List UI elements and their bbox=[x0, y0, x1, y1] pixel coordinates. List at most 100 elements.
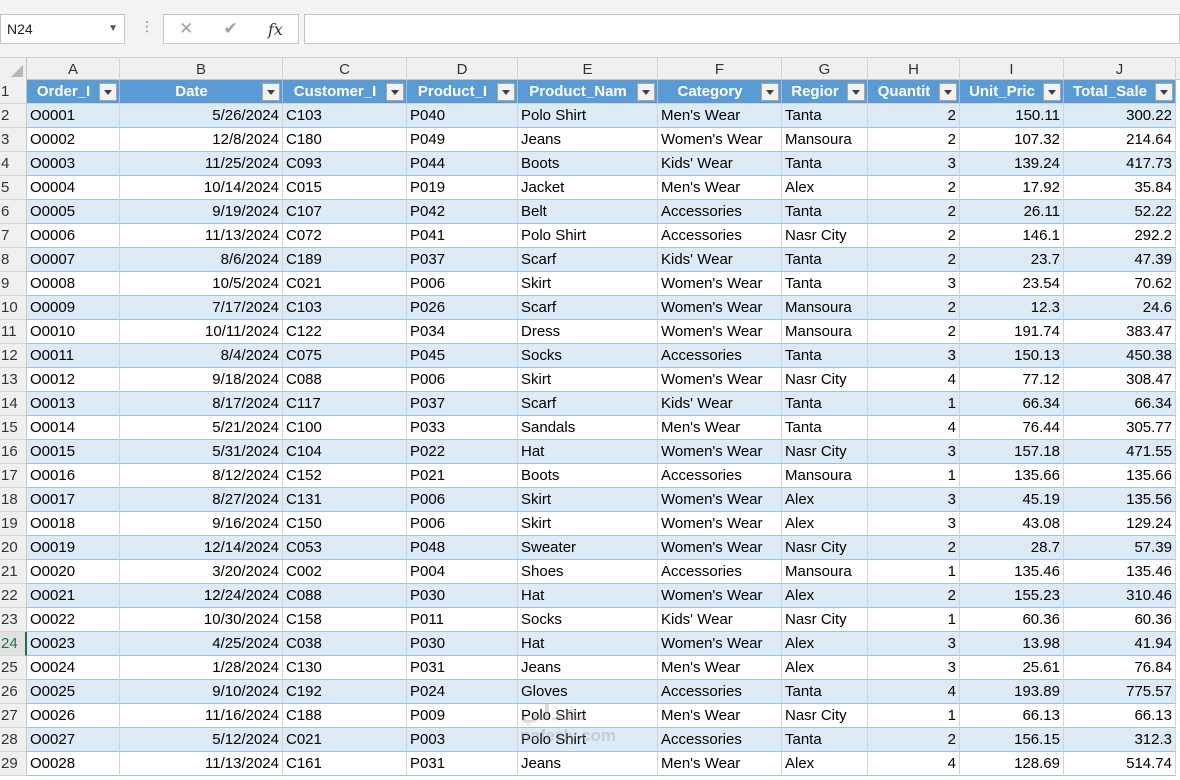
cell-b[interactable]: 4/25/2024 bbox=[120, 632, 283, 656]
cell-g[interactable]: Alex bbox=[782, 512, 868, 536]
cell-g[interactable]: Tanta bbox=[782, 392, 868, 416]
cell-g[interactable]: Tanta bbox=[782, 248, 868, 272]
filter-dropdown-icon[interactable] bbox=[386, 83, 404, 101]
filter-dropdown-icon[interactable] bbox=[497, 83, 515, 101]
cell-g[interactable]: Tanta bbox=[782, 416, 868, 440]
cell-a[interactable]: O0010 bbox=[27, 320, 120, 344]
cell-j[interactable]: 514.74 bbox=[1064, 752, 1176, 776]
header-cell[interactable]: Category bbox=[658, 80, 782, 104]
cell-a[interactable]: O0006 bbox=[27, 224, 120, 248]
cell-a[interactable]: O0012 bbox=[27, 368, 120, 392]
cell-f[interactable]: Women's Wear bbox=[658, 440, 782, 464]
cell-i[interactable]: 77.12 bbox=[960, 368, 1064, 392]
cell-c[interactable]: C015 bbox=[283, 176, 407, 200]
cell-d[interactable]: P006 bbox=[407, 272, 518, 296]
cell-b[interactable]: 9/18/2024 bbox=[120, 368, 283, 392]
filter-dropdown-icon[interactable] bbox=[1043, 83, 1061, 101]
cell-h[interactable]: 4 bbox=[868, 752, 960, 776]
cell-j[interactable]: 52.22 bbox=[1064, 200, 1176, 224]
cell-b[interactable]: 11/13/2024 bbox=[120, 752, 283, 776]
cell-j[interactable]: 135.66 bbox=[1064, 464, 1176, 488]
cell-f[interactable]: Kids' Wear bbox=[658, 392, 782, 416]
cell-h[interactable]: 1 bbox=[868, 392, 960, 416]
cell-e[interactable]: Skirt bbox=[518, 488, 658, 512]
row-number[interactable]: 13 bbox=[0, 368, 27, 392]
row-number[interactable]: 11 bbox=[0, 320, 27, 344]
cell-e[interactable]: Skirt bbox=[518, 512, 658, 536]
cell-e[interactable]: Jeans bbox=[518, 128, 658, 152]
cell-c[interactable]: C088 bbox=[283, 584, 407, 608]
cell-f[interactable]: Accessories bbox=[658, 728, 782, 752]
header-cell[interactable]: Customer_I bbox=[283, 80, 407, 104]
cell-c[interactable]: C093 bbox=[283, 152, 407, 176]
cell-b[interactable]: 8/4/2024 bbox=[120, 344, 283, 368]
cell-i[interactable]: 128.69 bbox=[960, 752, 1064, 776]
cell-a[interactable]: O0020 bbox=[27, 560, 120, 584]
cell-h[interactable]: 1 bbox=[868, 608, 960, 632]
row-number[interactable]: 28 bbox=[0, 728, 27, 752]
cancel-icon[interactable]: ✕ bbox=[179, 19, 193, 39]
cell-e[interactable]: Dress bbox=[518, 320, 658, 344]
cell-i[interactable]: 191.74 bbox=[960, 320, 1064, 344]
cell-d[interactable]: P031 bbox=[407, 656, 518, 680]
cell-f[interactable]: Women's Wear bbox=[658, 368, 782, 392]
cell-e[interactable]: Scarf bbox=[518, 296, 658, 320]
cell-j[interactable]: 305.77 bbox=[1064, 416, 1176, 440]
cell-e[interactable]: Polo Shirt bbox=[518, 224, 658, 248]
cell-c[interactable]: C150 bbox=[283, 512, 407, 536]
cell-g[interactable]: Alex bbox=[782, 488, 868, 512]
column-header-f[interactable]: F bbox=[658, 58, 782, 80]
cell-g[interactable]: Nasr City bbox=[782, 224, 868, 248]
cell-i[interactable]: 156.15 bbox=[960, 728, 1064, 752]
row-number[interactable]: 4 bbox=[0, 152, 27, 176]
cell-d[interactable]: P022 bbox=[407, 440, 518, 464]
cell-c[interactable]: C152 bbox=[283, 464, 407, 488]
cell-j[interactable]: 308.47 bbox=[1064, 368, 1176, 392]
cell-c[interactable]: C189 bbox=[283, 248, 407, 272]
cell-g[interactable]: Mansoura bbox=[782, 320, 868, 344]
cell-d[interactable]: P033 bbox=[407, 416, 518, 440]
column-header-a[interactable]: A bbox=[27, 58, 120, 80]
cell-c[interactable]: C107 bbox=[283, 200, 407, 224]
header-cell[interactable]: Quantit bbox=[868, 80, 960, 104]
cell-e[interactable]: Polo Shirt bbox=[518, 704, 658, 728]
cell-c[interactable]: C131 bbox=[283, 488, 407, 512]
cell-i[interactable]: 45.19 bbox=[960, 488, 1064, 512]
cell-g[interactable]: Mansoura bbox=[782, 560, 868, 584]
cell-j[interactable]: 450.38 bbox=[1064, 344, 1176, 368]
cell-b[interactable]: 5/21/2024 bbox=[120, 416, 283, 440]
cell-d[interactable]: P049 bbox=[407, 128, 518, 152]
cell-f[interactable]: Kids' Wear bbox=[658, 608, 782, 632]
cell-a[interactable]: O0011 bbox=[27, 344, 120, 368]
row-number[interactable]: 26 bbox=[0, 680, 27, 704]
cell-g[interactable]: Alex bbox=[782, 632, 868, 656]
row-number[interactable]: 23 bbox=[0, 608, 27, 632]
cell-b[interactable]: 12/8/2024 bbox=[120, 128, 283, 152]
cell-c[interactable]: C161 bbox=[283, 752, 407, 776]
cell-d[interactable]: P031 bbox=[407, 752, 518, 776]
column-header-d[interactable]: D bbox=[407, 58, 518, 80]
cell-d[interactable]: P011 bbox=[407, 608, 518, 632]
cell-c[interactable]: C130 bbox=[283, 656, 407, 680]
cell-a[interactable]: O0005 bbox=[27, 200, 120, 224]
cell-a[interactable]: O0009 bbox=[27, 296, 120, 320]
cell-d[interactable]: P006 bbox=[407, 488, 518, 512]
cell-h[interactable]: 2 bbox=[868, 320, 960, 344]
cell-j[interactable]: 60.36 bbox=[1064, 608, 1176, 632]
cell-a[interactable]: O0019 bbox=[27, 536, 120, 560]
cell-j[interactable]: 310.46 bbox=[1064, 584, 1176, 608]
cell-b[interactable]: 8/27/2024 bbox=[120, 488, 283, 512]
cell-c[interactable]: C158 bbox=[283, 608, 407, 632]
cell-g[interactable]: Tanta bbox=[782, 344, 868, 368]
header-cell[interactable]: Date bbox=[120, 80, 283, 104]
cell-i[interactable]: 66.34 bbox=[960, 392, 1064, 416]
cell-c[interactable]: C088 bbox=[283, 368, 407, 392]
cell-d[interactable]: P045 bbox=[407, 344, 518, 368]
cell-g[interactable]: Tanta bbox=[782, 728, 868, 752]
cell-f[interactable]: Accessories bbox=[658, 200, 782, 224]
row-number[interactable]: 25 bbox=[0, 656, 27, 680]
cell-j[interactable]: 383.47 bbox=[1064, 320, 1176, 344]
cell-e[interactable]: Polo Shirt bbox=[518, 728, 658, 752]
cell-h[interactable]: 3 bbox=[868, 344, 960, 368]
row-number[interactable]: 6 bbox=[0, 200, 27, 224]
